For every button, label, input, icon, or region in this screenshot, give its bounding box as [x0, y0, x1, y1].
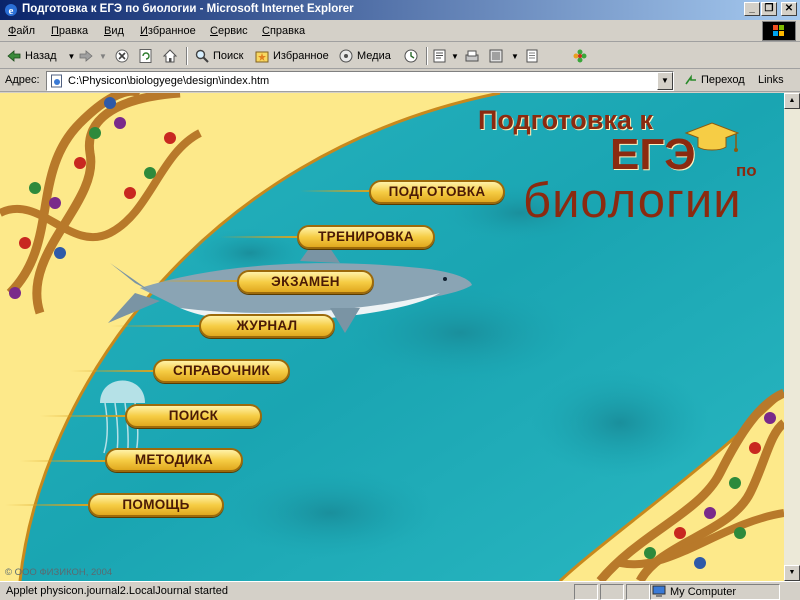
address-dropdown-icon[interactable]: ▼: [657, 72, 673, 90]
menu-help[interactable]: Справка: [262, 25, 305, 37]
scroll-up-button[interactable]: ▲: [784, 93, 800, 109]
computer-icon: [652, 585, 666, 597]
nav-connector: [5, 504, 89, 506]
address-url: C:\Physicon\biologyege\design\index.htm: [68, 75, 270, 87]
discuss-button[interactable]: [524, 47, 540, 65]
toolbar: Назад ▼ ▼ Поиск Избранное Медиа ▼ ▼: [0, 43, 800, 69]
page-content: Подготовка к ЕГЭ по биологии ПОДГОТОВКА …: [0, 93, 784, 581]
copyright-text: © ООО ФИЗИКОН, 2004: [5, 567, 113, 578]
forward-button[interactable]: ▼: [78, 47, 107, 65]
nav-methodology-button[interactable]: МЕТОДИКА: [105, 448, 243, 472]
media-icon: [339, 49, 353, 63]
refresh-icon: [139, 49, 152, 63]
history-button[interactable]: [403, 47, 419, 65]
status-cell: [600, 584, 624, 600]
history-icon: [404, 49, 418, 63]
refresh-button[interactable]: [138, 47, 154, 65]
nav-exam-button[interactable]: ЭКЗАМЕН: [237, 270, 374, 294]
toolbar-separator: [186, 47, 188, 65]
svg-text:e: e: [9, 5, 14, 17]
nav-search-button[interactable]: ПОИСК: [125, 404, 262, 428]
menu-bar: Файл Правка Вид Избранное Сервис Справка: [0, 20, 800, 42]
menu-tools[interactable]: Сервис: [210, 25, 248, 37]
home-button[interactable]: [162, 47, 178, 65]
window-title: Подготовка к ЕГЭ по биологии - Microsoft…: [22, 3, 354, 15]
stop-button[interactable]: [114, 47, 130, 65]
windows-logo-icon: [762, 21, 796, 41]
address-bar: Адрес: C:\Physicon\biologyege\design\ind…: [0, 70, 800, 92]
nav-help-button[interactable]: ПОМОЩЬ: [88, 493, 224, 517]
print-icon: [465, 50, 479, 62]
nav-connector: [150, 280, 238, 282]
mail-icon: [433, 49, 446, 63]
back-label: Назад: [25, 50, 57, 62]
ie-icon: e: [5, 4, 17, 17]
links-button[interactable]: Links: [758, 74, 784, 86]
logo-ege: ЕГЭ: [610, 130, 696, 179]
back-arrow-icon: [7, 50, 21, 62]
status-cell: [574, 584, 598, 600]
minimize-button[interactable]: _: [744, 2, 760, 16]
edit-button[interactable]: ▼: [488, 47, 519, 65]
go-arrow-icon: [685, 74, 696, 85]
favorites-label: Избранное: [273, 50, 329, 62]
favorites-icon: [255, 51, 269, 63]
edit-page-icon: [489, 49, 503, 63]
print-button[interactable]: [464, 47, 480, 65]
nav-reference-button[interactable]: СПРАВОЧНИК: [153, 359, 290, 383]
zone-label: My Computer: [670, 586, 737, 598]
menu-view[interactable]: Вид: [104, 25, 124, 37]
edit-dropdown-icon[interactable]: ▼: [511, 52, 519, 61]
home-icon: [162, 49, 178, 63]
nav-connector: [220, 236, 298, 238]
menu-favorites[interactable]: Избранное: [140, 25, 196, 37]
mail-button[interactable]: ▼: [432, 47, 459, 65]
close-button[interactable]: ✕: [781, 2, 797, 16]
nav-connector: [40, 415, 126, 417]
nav-connector: [110, 325, 200, 327]
nav-preparation-button[interactable]: ПОДГОТОВКА: [369, 180, 505, 204]
scroll-down-button[interactable]: ▼: [784, 565, 800, 581]
media-label: Медиа: [357, 50, 391, 62]
search-button[interactable]: Поиск: [194, 47, 243, 65]
menu-file[interactable]: Файл: [8, 25, 35, 37]
back-button[interactable]: Назад ▼: [6, 47, 75, 65]
nav-training-button[interactable]: ТРЕНИРОВКА: [297, 225, 435, 249]
title-bar: e Подготовка к ЕГЭ по биологии - Microso…: [0, 0, 800, 20]
status-bar: Applet physicon.journal2.LocalJournal st…: [0, 581, 800, 600]
search-label: Поиск: [213, 50, 244, 62]
favorites-button[interactable]: Избранное: [254, 47, 329, 65]
logo-biology: биологии: [523, 174, 742, 228]
nav-connector: [20, 460, 106, 462]
nav-connector: [70, 370, 154, 372]
nav-journal-button[interactable]: ЖУРНАЛ: [199, 314, 335, 338]
status-text: Applet physicon.journal2.LocalJournal st…: [6, 585, 228, 597]
mail-dropdown-icon[interactable]: ▼: [451, 52, 459, 61]
nav-connector: [300, 190, 370, 192]
stop-icon: [115, 49, 129, 63]
maximize-button[interactable]: ❐: [761, 2, 777, 16]
forward-dropdown-icon[interactable]: ▼: [99, 52, 107, 61]
forward-arrow-icon: [79, 50, 93, 62]
menu-edit[interactable]: Правка: [51, 25, 88, 37]
search-icon: [195, 49, 209, 63]
media-button[interactable]: Медиа: [338, 47, 391, 65]
document-icon: [526, 49, 538, 63]
back-dropdown-icon[interactable]: ▼: [68, 52, 76, 61]
go-label: Переход: [701, 74, 745, 86]
address-label: Адрес:: [5, 74, 40, 86]
go-button[interactable]: Переход: [684, 73, 745, 87]
status-cell: [626, 584, 650, 600]
security-zone: My Computer: [652, 585, 736, 599]
vertical-scrollbar[interactable]: ▲ ▼: [784, 93, 800, 581]
messenger-icon: [573, 49, 587, 63]
messenger-button[interactable]: [572, 47, 588, 65]
toolbar-separator: [426, 47, 428, 65]
address-input[interactable]: C:\Physicon\biologyege\design\index.htm …: [46, 71, 674, 91]
page-icon: [51, 74, 62, 88]
